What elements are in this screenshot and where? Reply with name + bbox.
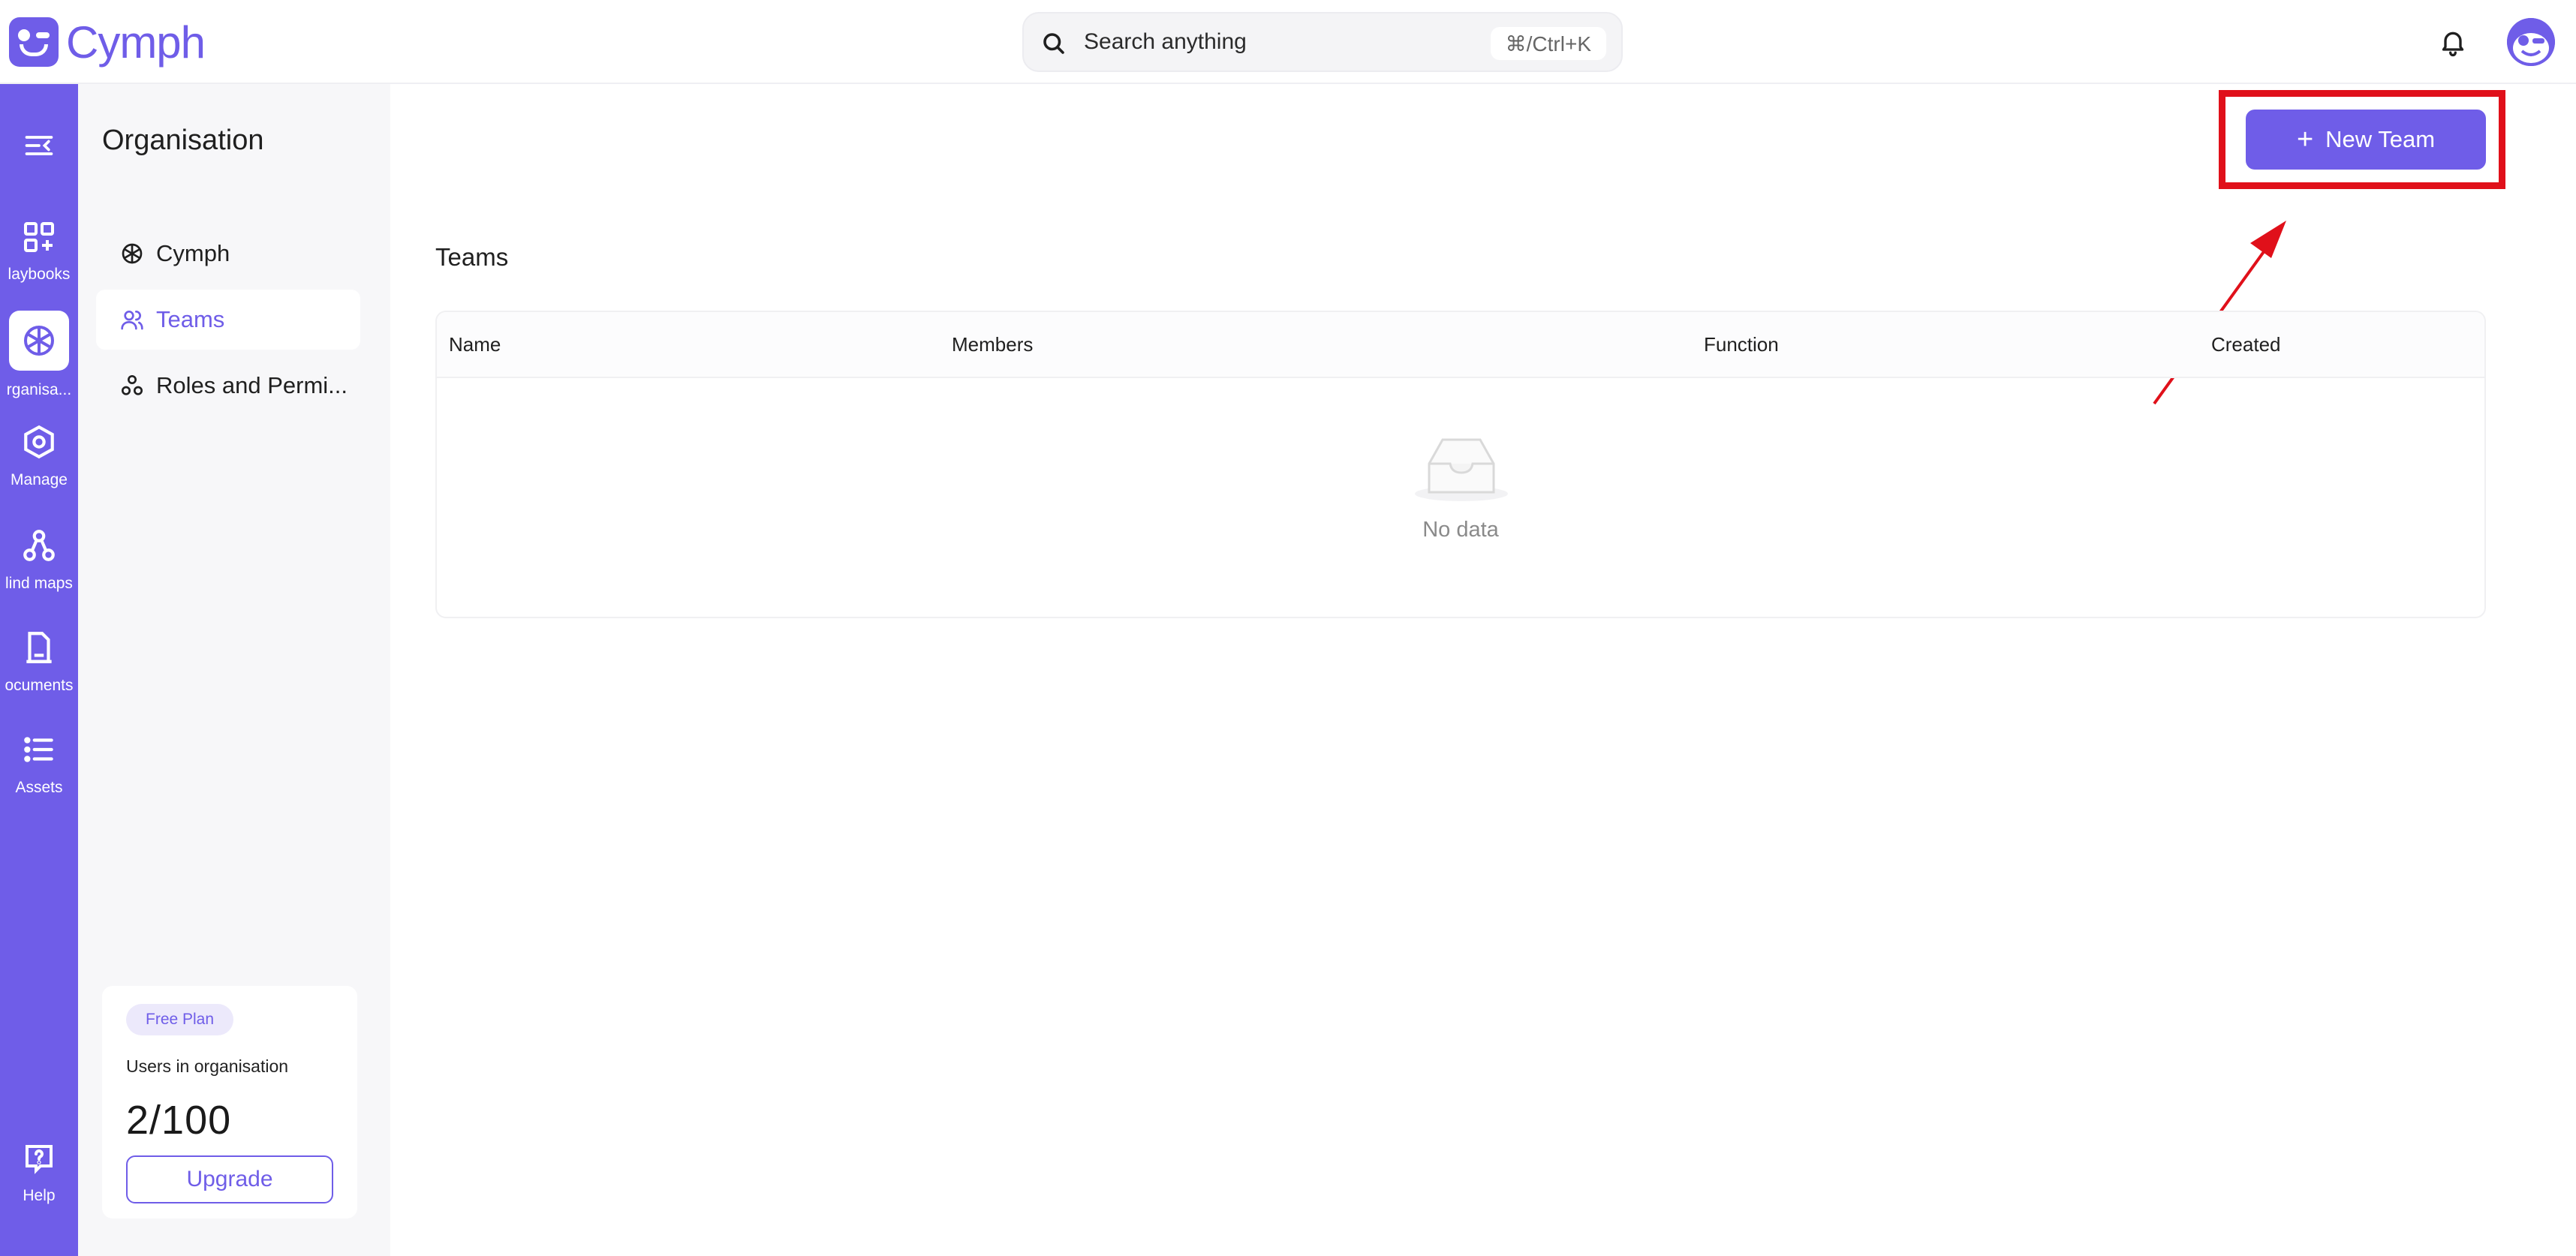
teams-table: Name Members Function Created No data	[435, 311, 2486, 618]
rail-item-manage[interactable]: Manage	[0, 423, 78, 489]
user-avatar[interactable]	[2507, 18, 2555, 66]
main-content: + New Team Teams Name Members Function C…	[390, 84, 2576, 1256]
new-team-label: New Team	[2325, 126, 2436, 152]
grid-plus-icon	[24, 222, 54, 252]
logo-mark-icon	[9, 17, 59, 67]
rail-label-mind-maps: lind maps	[5, 575, 73, 592]
brand-name: Cymph	[66, 17, 206, 68]
new-team-button[interactable]: + New Team	[2246, 110, 2486, 170]
collapse-menu-icon	[25, 136, 53, 155]
hexagon-settings-icon	[24, 425, 54, 459]
table-header: Name Members Function Created	[437, 312, 2484, 378]
app-root: Cymph Search anything ⌘/Ctrl+K laybooks …	[0, 0, 2576, 1256]
top-bar: Cymph Search anything ⌘/Ctrl+K	[0, 0, 2576, 84]
empty-state-text: No data	[1422, 518, 1499, 542]
brand-logo[interactable]: Cymph	[9, 17, 206, 68]
rail-label-assets: Assets	[15, 779, 63, 796]
search-shortcut-hint: ⌘/Ctrl+K	[1490, 27, 1606, 60]
sidebar-item-label: Cymph	[156, 240, 230, 266]
rail-label-documents: ocuments	[5, 677, 74, 694]
plan-users-label: Users in organisation	[126, 1056, 289, 1076]
plus-icon: +	[2296, 124, 2314, 155]
rail-item-assets[interactable]: Assets	[0, 731, 78, 797]
sidebar-item-roles-and-permissions[interactable]: Roles and Permi...	[96, 356, 360, 416]
avatar-face-icon	[2507, 18, 2555, 66]
sidebar-item-teams[interactable]: Teams	[96, 290, 360, 350]
primary-rail: laybooks rganisa... Manage lind maps ocu…	[0, 84, 78, 1256]
rail-label-organisation: rganisa...	[6, 381, 72, 398]
rail-item-playbooks[interactable]: laybooks	[0, 219, 78, 284]
table-empty-state: No data	[437, 378, 2484, 617]
sidebar-item-cymph[interactable]: Cymph	[96, 224, 360, 284]
search-icon	[1043, 33, 1064, 54]
column-header-function[interactable]: Function	[1704, 333, 1779, 356]
rail-item-help[interactable]: Help	[0, 1140, 78, 1205]
section-title: Teams	[435, 243, 509, 271]
list-icon	[24, 737, 53, 762]
plan-badge: Free Plan	[126, 1004, 234, 1035]
rail-label-playbooks: laybooks	[8, 266, 71, 283]
organisation-sidebar: Organisation Cymph Teams Roles and Permi…	[78, 84, 390, 1256]
roles-icon	[122, 375, 143, 395]
help-icon	[26, 1145, 53, 1174]
column-header-created[interactable]: Created	[2211, 333, 2281, 356]
rail-label-help: Help	[23, 1187, 56, 1204]
sidebar-item-label: Teams	[156, 306, 225, 332]
cube-icon	[24, 326, 54, 356]
mind-map-icon	[23, 530, 55, 561]
collapse-sidebar-button[interactable]	[0, 129, 78, 162]
global-search[interactable]: Search anything ⌘/Ctrl+K	[1022, 12, 1623, 72]
rail-item-documents[interactable]: ocuments	[0, 629, 78, 695]
column-header-members[interactable]: Members	[952, 333, 1033, 356]
rail-active-indicator	[9, 311, 69, 371]
sidebar-title: Organisation	[102, 125, 264, 156]
rail-label-manage: Manage	[11, 471, 68, 488]
plan-users-count: 2/100	[126, 1098, 232, 1143]
document-icon	[26, 632, 52, 663]
plan-card: Free Plan Users in organisation 2/100 Up…	[102, 986, 357, 1218]
cube-icon	[122, 243, 143, 264]
users-icon	[121, 311, 143, 330]
rail-item-mind-maps[interactable]: lind maps	[0, 527, 78, 593]
sidebar-item-label: Roles and Permi...	[156, 372, 348, 398]
notifications-bell-icon[interactable]	[2438, 27, 2468, 57]
rail-item-organisation[interactable]: rganisa...	[0, 311, 78, 399]
column-header-name[interactable]: Name	[449, 333, 501, 356]
search-placeholder: Search anything	[1084, 29, 1247, 54]
upgrade-button[interactable]: Upgrade	[126, 1155, 333, 1203]
empty-inbox-icon	[1415, 438, 1508, 501]
